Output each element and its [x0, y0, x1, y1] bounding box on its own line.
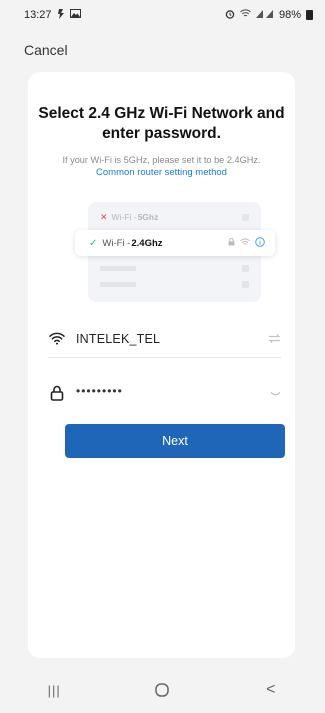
status-left: 13:27	[24, 8, 81, 22]
wifi-setup-card: Select 2.4 GHz Wi-Fi Network and enter p…	[28, 72, 295, 658]
signal-icon	[255, 9, 274, 21]
illustration-row-5ghz: ✕ Wi-Fi - 5Ghz	[100, 209, 249, 225]
alarm-icon	[225, 9, 235, 22]
eye-closed-icon[interactable]	[270, 386, 281, 400]
illustration-placeholder-square	[242, 281, 249, 288]
status-bar: 13:27 98%	[0, 0, 325, 30]
illustration-placeholder-bar	[100, 282, 136, 287]
illustration-placeholder-bar	[100, 266, 136, 271]
notification-icon	[57, 8, 65, 22]
switch-network-icon[interactable]	[268, 332, 281, 346]
next-button[interactable]: Next	[65, 424, 285, 458]
illustration-icons	[228, 236, 265, 250]
battery-icon	[306, 10, 313, 20]
wifi-small-icon	[240, 238, 250, 248]
screen: 13:27 98% Cancel Select 2.4 GHz Wi-Fi Ne…	[0, 0, 325, 713]
wifi-status-icon	[240, 9, 251, 21]
illustration-24ghz-prefix: Wi-Fi -	[102, 237, 131, 249]
illustration-24ghz-band: 2.4Ghz	[131, 237, 163, 249]
info-icon	[255, 236, 265, 250]
ssid-field[interactable]: INTELEK_TEL	[48, 320, 281, 358]
home-button[interactable]	[132, 670, 192, 710]
battery-percent: 98%	[278, 9, 301, 21]
ssid-value[interactable]: INTELEK_TEL	[76, 332, 160, 346]
router-setting-link[interactable]: Common router setting method	[36, 167, 287, 178]
illustration-5ghz-band: 5Ghz	[137, 212, 159, 222]
check-icon: ✓	[89, 237, 98, 249]
password-field[interactable]: •••••••••	[48, 374, 281, 412]
cross-icon: ✕	[100, 211, 108, 222]
illustration-placeholder-square	[242, 265, 249, 272]
lock-icon	[48, 384, 66, 402]
band-hint: If your Wi-Fi is 5GHz, please set it to …	[62, 155, 261, 165]
wifi-band-illustration: ✕ Wi-Fi - 5Ghz ✓ Wi-Fi - 2.4Ghz	[75, 202, 275, 302]
illustration-square	[242, 213, 249, 221]
back-icon: <	[266, 681, 276, 698]
status-right: 98%	[225, 9, 313, 22]
illustration-row-24ghz: ✓ Wi-Fi - 2.4Ghz	[75, 230, 275, 256]
status-time: 13:27	[24, 9, 52, 21]
home-icon	[155, 683, 170, 697]
recents-button[interactable]: |||	[24, 670, 84, 710]
back-button[interactable]: <	[241, 670, 301, 710]
system-nav-bar: ||| <	[0, 667, 325, 713]
password-value[interactable]: •••••••••	[76, 384, 123, 398]
lock-small-icon	[228, 237, 235, 248]
page-title: Select 2.4 GHz Wi-Fi Network and enter p…	[38, 105, 285, 142]
cancel-button[interactable]: Cancel	[24, 42, 68, 58]
wifi-icon	[48, 330, 66, 348]
gallery-icon	[69, 9, 81, 21]
illustration-5ghz-prefix: Wi-Fi -	[111, 212, 137, 222]
recents-icon: |||	[47, 682, 61, 698]
